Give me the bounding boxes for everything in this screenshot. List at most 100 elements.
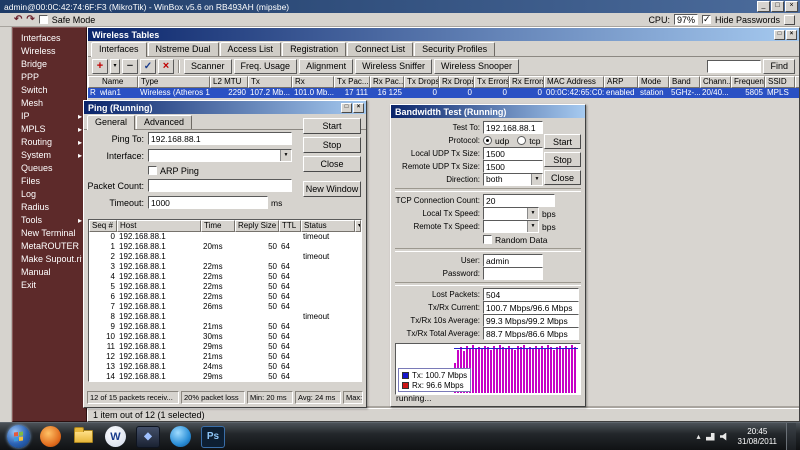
column-header-rx-errors[interactable]: Rx Errors [509,76,544,88]
ping-column-host[interactable]: Host [117,220,201,232]
enable-icon[interactable] [140,59,156,74]
chevron-down-icon[interactable]: ▼ [527,221,538,232]
password-input[interactable] [483,267,543,280]
sidebar-item-system[interactable]: System▸ [13,149,86,162]
user-input[interactable] [483,254,543,267]
tab-access-list[interactable]: Access List [220,42,282,56]
ping-result-row[interactable]: 0192.168.88.1timeout [89,232,361,242]
bw-start-button[interactable]: Start [544,134,581,149]
ping-new-window-button[interactable]: New Window [303,181,361,197]
column-header-name[interactable]: Name [88,76,138,88]
column-header-mac-address[interactable]: MAC Address [544,76,604,88]
chevron-down-icon[interactable]: ▼ [531,174,542,185]
wireless-sniffer-button[interactable]: Wireless Sniffer [355,59,432,74]
sidebar-item-files[interactable]: Files [13,175,86,188]
alignment-button[interactable]: Alignment [299,59,353,74]
sidebar-item-radius[interactable]: Radius [13,201,86,214]
column-header-band[interactable]: Band [669,76,700,88]
network-icon[interactable] [706,433,715,441]
freq-usage-button[interactable]: Freq. Usage [234,59,298,74]
sidebar-item-mpls[interactable]: MPLS▸ [13,123,86,136]
column-header-mode[interactable]: Mode [638,76,669,88]
undo-icon[interactable] [14,14,22,26]
winbox-taskbar-icon[interactable]: W [105,426,126,447]
remote-tx-select[interactable]: ▼ [483,220,539,233]
ping-result-row[interactable]: 8192.168.88.1timeout [89,312,361,322]
ping-to-input[interactable] [148,132,292,145]
messenger-icon[interactable] [170,426,191,447]
protocol-tcp-radio[interactable] [517,136,526,145]
sidebar-item-mesh[interactable]: Mesh [13,97,86,110]
ping-result-row[interactable]: 3192.168.88.122ms5064 [89,262,361,272]
wireless-close-button[interactable] [786,30,797,40]
wireless-snooper-button[interactable]: Wireless Snooper [434,59,519,74]
wireless-restore-button[interactable] [774,30,785,40]
direction-select[interactable]: both▼ [483,173,543,186]
ping-result-row[interactable]: 1192.168.88.120ms5064 [89,242,361,252]
protocol-udp-radio[interactable] [483,136,492,145]
browser-icon[interactable] [40,426,61,447]
app-icon[interactable]: ◆ [136,426,160,448]
column-header-tx[interactable]: Tx [248,76,292,88]
sidebar-item-interfaces[interactable]: Interfaces [13,32,86,45]
chevron-down-icon[interactable]: ▼ [527,208,538,219]
bw-close-button[interactable]: Close [544,170,581,185]
ping-result-row[interactable]: 4192.168.88.122ms5064 [89,272,361,282]
sidebar-item-log[interactable]: Log [13,188,86,201]
chevron-down-icon[interactable]: ▼ [280,150,291,161]
sidebar-item-wireless[interactable]: Wireless [13,45,86,58]
column-header-rx[interactable]: Rx [292,76,334,88]
ping-column-status[interactable]: Status [301,220,355,232]
sort-arrow-icon[interactable]: ▾ [355,220,361,232]
sidebar-item-routing[interactable]: Routing▸ [13,136,86,149]
ping-column-time[interactable]: Time [201,220,235,232]
tab-registration[interactable]: Registration [282,42,346,56]
show-desktop-button[interactable] [786,423,796,450]
hide-passwords-checkbox[interactable] [702,15,711,24]
folder-icon[interactable] [71,426,95,448]
taskbar-clock[interactable]: 20:45 31/08/2011 [734,427,781,447]
volume-icon[interactable] [720,433,729,441]
wireless-table-row[interactable]: Rwlan1Wireless (Atheros 11N)2290107.2 Mb… [88,88,799,98]
column-header-chann[interactable]: Chann... [700,76,731,88]
column-header-rx-pac[interactable]: Rx Pac... [370,76,404,88]
sidebar-item-new-terminal[interactable]: New Terminal [13,227,86,240]
column-header-tx-drops[interactable]: Tx Drops [404,76,439,88]
tray-expand-icon[interactable]: ▴ [697,432,701,441]
find-input[interactable] [707,60,761,73]
ping-column-ttl[interactable]: TTL [279,220,301,232]
maximize-button[interactable] [771,1,784,12]
redo-icon[interactable] [26,14,34,26]
test-to-input[interactable] [483,121,543,134]
ping-stop-button[interactable]: Stop [303,137,361,153]
column-header-rx-drops[interactable]: Rx Drops [439,76,474,88]
window-layout-icon[interactable] [784,15,795,25]
ping-result-row[interactable]: 2192.168.88.1timeout [89,252,361,262]
remove-icon[interactable] [122,59,138,74]
disable-icon[interactable] [158,59,174,74]
ping-tab-advanced[interactable]: Advanced [136,115,192,129]
add-dropdown-icon[interactable] [110,59,120,74]
column-header-tx-errors[interactable]: Tx Errors [474,76,509,88]
ping-close-button[interactable]: Close [303,156,361,172]
wireless-window-titlebar[interactable]: Wireless Tables [88,28,799,41]
random-data-checkbox[interactable] [483,235,492,244]
local-tx-select[interactable]: ▼ [483,207,539,220]
start-button[interactable] [7,425,30,448]
ping-dialog-titlebar[interactable]: Ping (Running) [84,101,366,114]
scanner-button[interactable]: Scanner [184,59,232,74]
tcp-count-input[interactable] [483,194,555,207]
ping-close-icon[interactable] [353,103,364,113]
sidebar-item-manual[interactable]: Manual [13,266,86,279]
ping-result-row[interactable]: 6192.168.88.122ms5064 [89,292,361,302]
safe-mode-checkbox[interactable] [39,15,48,24]
sidebar-item-ppp[interactable]: PPP [13,71,86,84]
minimize-button[interactable] [757,1,770,12]
arp-ping-checkbox[interactable] [148,166,157,175]
timeout-input[interactable] [148,196,268,209]
app-titlebar[interactable]: admin@00:0C:42:74:6F:F3 (MikroTik) - Win… [0,0,800,13]
ping-result-row[interactable]: 7192.168.88.126ms5064 [89,302,361,312]
bw-stop-button[interactable]: Stop [544,152,581,167]
column-header-l2-mtu[interactable]: L2 MTU [210,76,248,88]
local-udp-input[interactable] [483,147,543,160]
